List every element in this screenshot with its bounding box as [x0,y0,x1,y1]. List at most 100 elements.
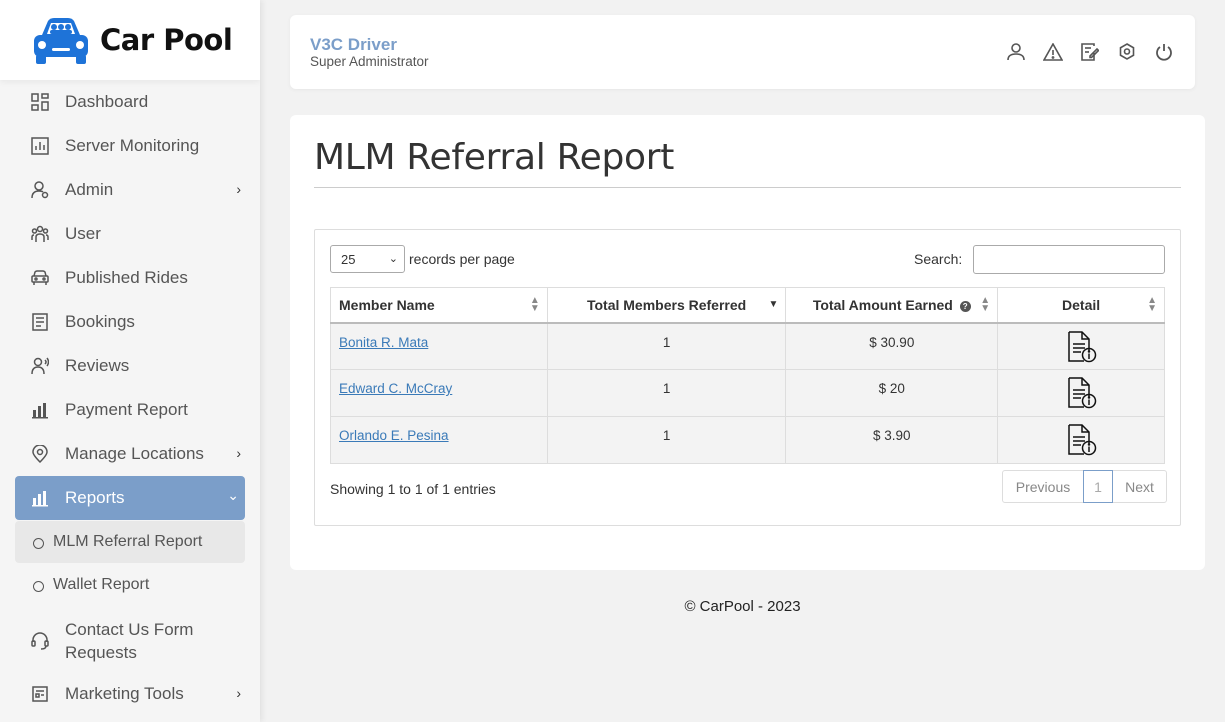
sidebar-item-label: Admin [65,180,114,199]
sidebar-item-bookings[interactable]: Bookings [15,300,245,344]
sidebar-item-published-rides[interactable]: Published Rides [15,256,245,300]
sidebar-subitem-label: MLM Referral Report [53,533,203,550]
cell-referred: 1 [546,369,787,417]
column-header-total-members-referred[interactable]: Total Members Referred ▼ [546,287,787,324]
member-link[interactable]: Orlando E. Pesina [339,428,449,443]
sidebar-item-reports[interactable]: Reports ⌄ [15,476,245,520]
sidebar-item-label: Published Rides [65,268,188,287]
page-1-button[interactable]: 1 [1083,470,1113,503]
cell-detail [997,416,1165,464]
search-input[interactable] [973,245,1165,274]
list-icon [30,312,50,332]
previous-button[interactable]: Previous [1003,471,1083,502]
main-card: MLM Referral Report 25 ⌄ records per pag… [290,115,1205,570]
sidebar-item-server-monitoring[interactable]: Server Monitoring [15,124,245,168]
sidebar-item-marketing-tools[interactable]: Marketing Tools › [15,672,245,716]
cell-member-name: Orlando E. Pesina [330,416,548,464]
profile-icon[interactable] [1005,41,1027,63]
sidebar-item-label: Bookings [65,312,135,331]
chart-icon [30,136,50,156]
table-row: Edward C. McCray 1 $ 20 [330,369,1165,417]
help-icon[interactable]: ? [959,300,971,312]
chevron-down-icon: ⌄ [227,487,239,503]
circle-icon [33,538,44,549]
cell-earned: $ 30.90 [785,322,999,370]
bar-chart-icon [30,400,50,420]
column-header-member-name[interactable]: Member Name ▲ ▼ [330,287,548,324]
table-row: Orlando E. Pesina 1 $ 3.90 [330,416,1165,464]
sidebar-subitem-wallet-report[interactable]: Wallet Report [15,564,245,606]
cell-member-name: Edward C. McCray [330,369,548,417]
sidebar-item-payment-report[interactable]: Payment Report [15,388,245,432]
reviews-icon [30,356,50,376]
location-icon [30,444,50,464]
datatable-wrapper: 25 ⌄ records per page Search: Member Nam… [314,229,1181,526]
title-divider [314,187,1181,188]
table-info: Showing 1 to 1 of 1 entries [330,481,496,497]
records-per-page-label: records per page [409,251,515,267]
sidebar-item-label: Reviews [65,356,130,375]
warning-icon[interactable] [1042,41,1064,63]
sidebar-item-label: User [65,224,101,243]
edit-note-icon[interactable] [1079,41,1101,63]
sidebar-item-label: Dashboard [65,92,149,111]
cell-referred: 1 [546,322,787,370]
sidebar-item-admin[interactable]: Admin › [15,168,245,212]
car-logo-icon [34,18,88,64]
chevron-right-icon: › [236,181,241,197]
chevron-down-icon: ⌄ [388,253,398,265]
sort-icon: ▲ ▼ [980,295,991,314]
next-button[interactable]: Next [1113,471,1166,502]
sidebar-item-label: Payment Report [65,400,188,419]
page-title: MLM Referral Report [314,137,675,178]
sidebar-item-label: Reports [65,488,125,507]
table-row: Bonita R. Mata 1 $ 30.90 [330,322,1165,370]
sidebar-item-label: Marketing Tools [65,684,184,703]
chevron-right-icon: › [236,445,241,461]
pagination: Previous 1 Next [1002,470,1167,503]
cell-member-name: Bonita R. Mata [330,322,548,370]
user-role: Super Administrator [310,54,429,69]
user-name[interactable]: V3C Driver [310,35,397,55]
chevron-right-icon: › [236,685,241,701]
sidebar-item-user[interactable]: User [15,212,245,256]
sidebar-item-dashboard[interactable]: Dashboard [15,80,245,124]
settings-icon[interactable] [1116,41,1138,63]
sidebar-item-reviews[interactable]: Reviews [15,344,245,388]
sidebar-item-manage-locations[interactable]: Manage Locations › [15,432,245,476]
document-info-icon[interactable] [1065,330,1097,363]
reports-icon [30,488,50,508]
column-header-total-amount-earned[interactable]: Total Amount Earned ? ▲ ▼ [785,287,999,324]
sidebar-subitem-mlm-referral-report[interactable]: MLM Referral Report [15,521,245,563]
brand-name: Car Pool [100,23,233,57]
dashboard-icon [30,92,50,112]
top-header: V3C Driver Super Administrator [290,15,1195,89]
sidebar-item-contact-us[interactable]: Contact Us Form Requests [15,616,245,666]
search-label: Search: [914,251,963,267]
cell-referred: 1 [546,416,787,464]
cell-detail [997,322,1165,370]
column-header-detail[interactable]: Detail ▲ ▼ [997,287,1165,324]
document-info-icon[interactable] [1065,424,1097,456]
cell-detail [997,369,1165,417]
marketing-icon [30,684,50,704]
sidebar-item-label: Contact Us Form Requests [65,620,194,662]
member-link[interactable]: Edward C. McCray [339,381,452,396]
sort-icon: ▲ ▼ [529,295,540,314]
records-per-page-select[interactable]: 25 ⌄ [330,245,405,273]
document-info-icon[interactable] [1065,377,1097,409]
sort-icon: ▲ ▼ [1147,295,1157,314]
circle-icon [33,581,44,592]
cell-earned: $ 3.90 [785,416,999,464]
header-actions [1005,41,1175,63]
brand[interactable]: Car Pool [0,0,260,80]
power-icon[interactable] [1153,41,1175,63]
sort-desc-icon: ▼ [768,299,779,310]
member-link[interactable]: Bonita R. Mata [339,335,428,350]
car-icon [30,268,50,288]
headset-icon [30,631,50,651]
sidebar-item-label: Server Monitoring [65,136,200,155]
admin-icon [30,180,50,200]
referral-table: Member Name ▲ ▼ Total Members Referred ▼ … [330,287,1165,464]
records-per-page-value: 25 [341,251,356,267]
